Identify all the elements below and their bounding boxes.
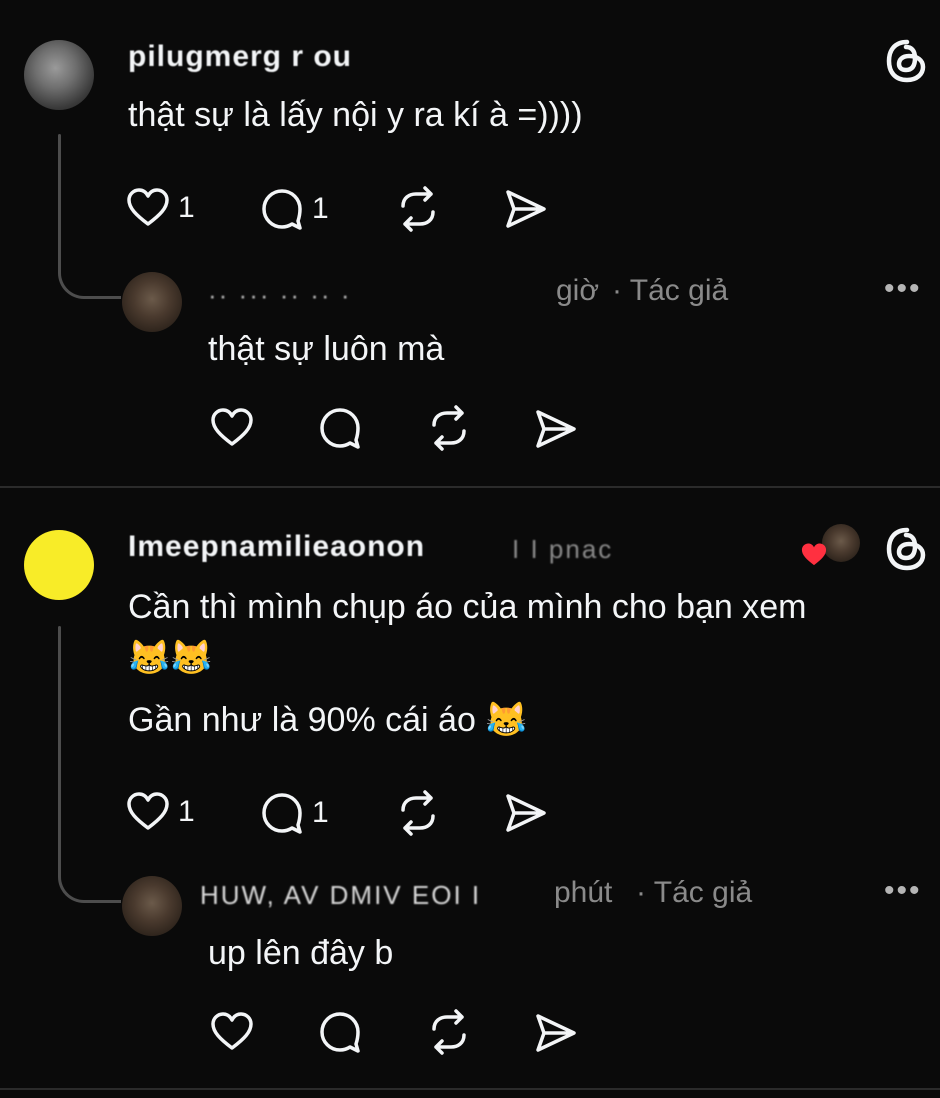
repost-button[interactable] [395,790,441,836]
username[interactable]: HUW, AV DMIV EOI I [200,880,481,911]
like-button[interactable]: 1 [126,792,195,832]
reply-text: thật sự luôn mà [208,330,445,368]
avatar[interactable] [122,876,182,936]
more-options-icon[interactable]: ••• [884,272,922,306]
timestamp: giờ [556,274,600,307]
post-text-line-3: Gần như là 90% cái áo 😹 [128,700,528,740]
repost-button[interactable] [426,405,472,451]
heart-icon [210,408,254,448]
username[interactable]: Imeepnamilieaonon [128,530,425,564]
reply-button[interactable]: 1 [260,187,329,231]
divider [0,486,940,488]
reply-count: 1 [312,192,329,225]
emoji: 😹😹 [128,639,213,677]
username[interactable]: ·· ··· ·· ·· · [208,280,351,311]
share-button[interactable] [504,188,548,230]
reply-count: 1 [312,796,329,829]
send-icon [504,792,548,834]
repost-button[interactable] [426,1009,472,1055]
send-icon [504,188,548,230]
thread-connector [58,250,121,299]
repost-icon [426,405,472,451]
repost-button[interactable] [395,186,441,232]
heart-badge-icon [800,542,828,568]
share-button[interactable] [534,1012,578,1054]
share-button[interactable] [534,408,578,450]
author-badge: · Tác giả [636,876,753,909]
repost-icon [395,186,441,232]
thread-line [58,626,61,866]
more-options-icon[interactable]: ••• [884,874,922,908]
comment-bubble-icon [260,791,304,835]
heart-icon [210,1012,254,1052]
thread-connector [58,852,121,903]
like-count: 1 [178,795,195,828]
avatar[interactable] [24,530,94,600]
avatar[interactable] [122,272,182,332]
thread-line [58,134,61,262]
reply-text: up lên đây b [208,934,394,972]
comment-bubble-icon [318,1010,362,1054]
send-icon [534,1012,578,1054]
threads-logo-icon [884,38,930,84]
heart-icon [126,792,170,832]
emoji: 😹 [485,701,528,739]
reply-button[interactable]: 1 [260,791,329,835]
comment-bubble-icon [260,187,304,231]
author-badge: · Tác giả [612,274,729,307]
reply-button[interactable] [318,1010,362,1054]
threads-logo-icon [884,526,930,572]
repost-icon [395,790,441,836]
timestamp: I I pnac [512,534,614,564]
post-text: Gần như là 90% cái áo [128,701,476,739]
send-icon [534,408,578,450]
post-text-line-2: 😹😹 [128,638,213,678]
like-button[interactable] [210,408,254,448]
repost-icon [426,1009,472,1055]
reply-button[interactable] [318,406,362,450]
threads-replies-screen: pilugmerg r ou thật sự là lấy nội y ra k… [0,0,940,1098]
heart-icon [126,188,170,228]
share-button[interactable] [504,792,548,834]
like-button[interactable] [210,1012,254,1052]
avatar[interactable] [24,40,94,110]
username[interactable]: pilugmerg r ou [128,40,352,74]
like-button[interactable]: 1 [126,188,195,228]
divider [0,1088,940,1090]
comment-bubble-icon [318,406,362,450]
post-text: thật sự là lấy nội y ra kí à =)))) [128,96,583,134]
timestamp: phút [554,876,613,909]
post-text-line-1: Cần thì mình chụp áo của mình cho bạn xe… [128,588,807,626]
like-count: 1 [178,191,195,224]
